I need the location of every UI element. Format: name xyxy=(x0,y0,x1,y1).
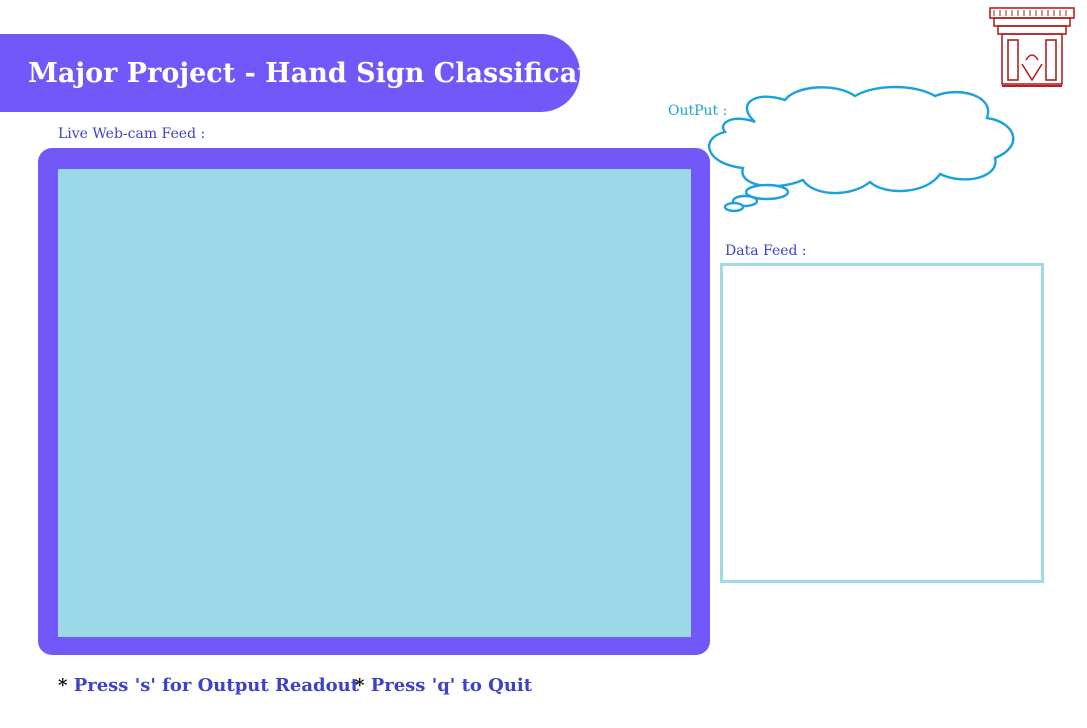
instruction-save: * Press 's' for Output Readout xyxy=(58,675,359,696)
bullet-star: * xyxy=(355,675,365,696)
webcam-feed-label: Live Web-cam Feed : xyxy=(58,126,206,142)
title-banner: Major Project - Hand Sign Classification xyxy=(0,34,638,112)
bullet-star: * xyxy=(58,675,68,696)
data-feed-box xyxy=(720,263,1044,583)
webcam-view xyxy=(58,169,691,637)
instruction-quit: * Press 'q' to Quit xyxy=(355,675,532,696)
instruction-quit-text: Press 'q' to Quit xyxy=(370,675,533,696)
data-feed-label: Data Feed : xyxy=(725,243,807,259)
instruction-save-text: Press 's' for Output Readout xyxy=(73,675,360,696)
webcam-frame xyxy=(38,148,710,655)
page-title: Major Project - Hand Sign Classification xyxy=(28,57,638,89)
thought-cloud-icon xyxy=(695,82,1025,218)
